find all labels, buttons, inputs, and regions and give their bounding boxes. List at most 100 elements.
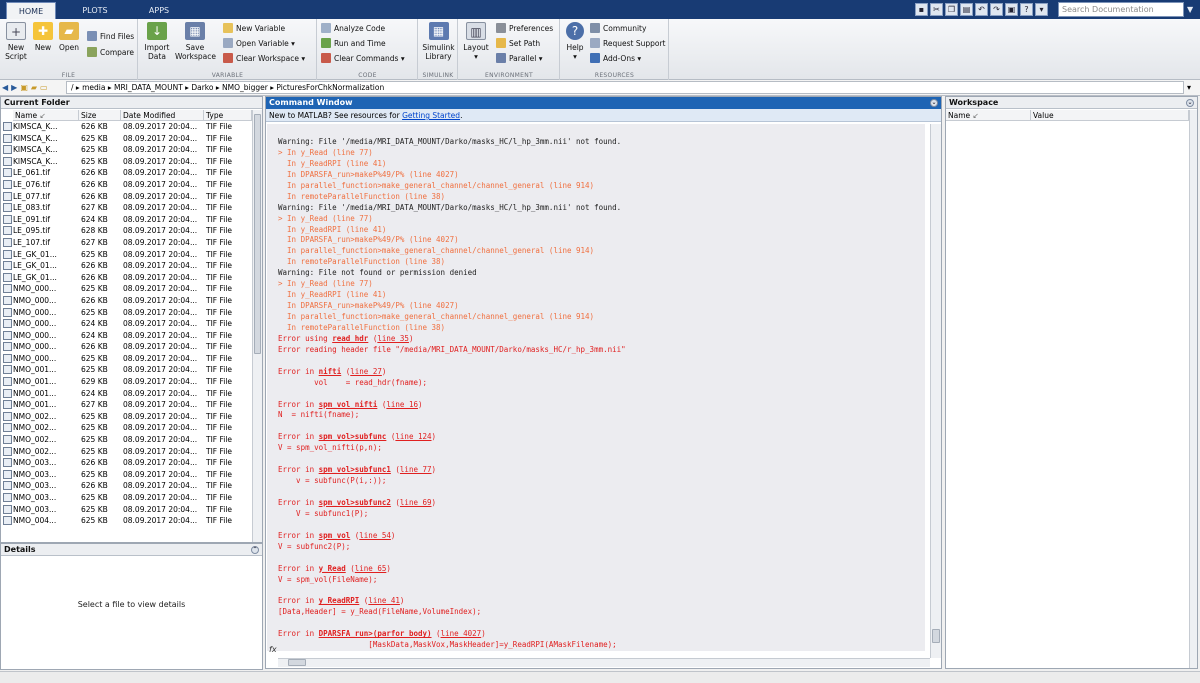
path-segment[interactable]: MRI_DATA_MOUNT: [114, 83, 183, 92]
line-link[interactable]: line 69: [400, 498, 432, 507]
path-breadcrumb[interactable]: / ▸ media ▸ MRI_DATA_MOUNT ▸ Darko ▸ NMO…: [66, 81, 1184, 94]
function-link[interactable]: spm_vol_nifti: [319, 400, 378, 409]
file-row[interactable]: LE_076.tif 626 KB 08.09.2017 20:04... TIF F…: [1, 179, 252, 191]
file-row[interactable]: NMO_003... 626 KB 08.09.2017 20:04... TIF F…: [1, 480, 252, 492]
file-row[interactable]: LE_GK_01... 625 KB 08.09.2017 20:04... TIF …: [1, 249, 252, 261]
getting-started-link[interactable]: Getting Started: [402, 111, 460, 120]
file-row[interactable]: NMO_003... 625 KB 08.09.2017 20:04... TIF F…: [1, 469, 252, 481]
new-script-button[interactable]: + New Script: [3, 22, 29, 61]
undo-icon[interactable]: ↶: [975, 3, 988, 16]
file-row[interactable]: LE_095.tif 628 KB 08.09.2017 20:04... TIF F…: [1, 225, 252, 237]
line-link[interactable]: line 41: [368, 596, 400, 605]
layout-button[interactable]: ▥ Layout ▾: [463, 22, 489, 61]
file-row[interactable]: NMO_003... 625 KB 08.09.2017 20:04... TIF F…: [1, 504, 252, 516]
tab-apps[interactable]: APPS: [134, 2, 184, 19]
run-and-time-button[interactable]: Run and Time: [321, 38, 386, 50]
file-row[interactable]: NMO_000... 625 KB 08.09.2017 20:04... TIF F…: [1, 307, 252, 319]
function-link[interactable]: DPARSFA_run>(parfor body): [319, 629, 432, 638]
file-row[interactable]: LE_077.tif 626 KB 08.09.2017 20:04... TIF F…: [1, 191, 252, 203]
line-link[interactable]: line 4027: [441, 629, 482, 638]
request-support-button[interactable]: Request Support: [590, 38, 666, 50]
tab-home[interactable]: HOME: [6, 2, 56, 19]
analyze-code-button[interactable]: Analyze Code: [321, 23, 385, 35]
import-data-button[interactable]: ↓ Import Data: [143, 22, 171, 61]
switch-windows-icon[interactable]: ▣: [1005, 3, 1018, 16]
save-workspace-button[interactable]: ▦ Save Workspace: [175, 22, 216, 61]
file-row[interactable]: NMO_002... 625 KB 08.09.2017 20:04... TIF F…: [1, 422, 252, 434]
command-window-hscrollbar[interactable]: [278, 658, 930, 667]
clear-commands-button[interactable]: Clear Commands ▾: [321, 53, 405, 65]
scrollbar-thumb[interactable]: [932, 629, 940, 643]
simulink-library-button[interactable]: ▦ Simulink Library: [422, 22, 455, 61]
clear-workspace-button[interactable]: Clear Workspace ▾: [223, 53, 305, 65]
scrollbar-thumb[interactable]: [254, 114, 261, 354]
compare-button[interactable]: Compare: [87, 47, 134, 59]
line-link[interactable]: line 77: [400, 465, 432, 474]
details-collapse-icon[interactable]: ⌃: [251, 546, 259, 554]
file-row[interactable]: NMO_001... 625 KB 08.09.2017 20:04... TIF F…: [1, 364, 252, 376]
file-row[interactable]: LE_083.tif 627 KB 08.09.2017 20:04... TIF F…: [1, 202, 252, 214]
column-type-header[interactable]: Type: [204, 110, 252, 121]
file-row[interactable]: LE_GK_01... 626 KB 08.09.2017 20:04... TIF …: [1, 272, 252, 284]
line-link[interactable]: line 35: [377, 334, 409, 343]
up-folder-icon[interactable]: ▣: [20, 82, 28, 94]
file-row[interactable]: KIMSCA_K... 625 KB 08.09.2017 20:04... TIF …: [1, 144, 252, 156]
path-dropdown-icon[interactable]: ▾: [1187, 81, 1191, 94]
line-link[interactable]: line 16: [386, 400, 418, 409]
file-row[interactable]: NMO_004... 625 KB 08.09.2017 20:04... TIF F…: [1, 515, 252, 527]
command-output[interactable]: Warning: File '/media/MRI_DATA_MOUNT/Dar…: [267, 124, 925, 651]
preferences-button[interactable]: Preferences: [496, 23, 553, 35]
column-date-header[interactable]: Date Modified: [121, 110, 204, 121]
column-name-header[interactable]: Name ↙: [13, 110, 79, 121]
workspace-scrollbar[interactable]: [1189, 110, 1197, 668]
file-row[interactable]: KIMSCA_K... 625 KB 08.09.2017 20:04... TIF …: [1, 156, 252, 168]
command-window-vscrollbar[interactable]: [930, 124, 941, 658]
find-files-button[interactable]: Find Files: [87, 31, 134, 43]
current-folder-scrollbar[interactable]: [252, 110, 262, 542]
new-variable-button[interactable]: New Variable: [223, 23, 285, 35]
file-row[interactable]: LE_GK_01... 626 KB 08.09.2017 20:04... TIF …: [1, 260, 252, 272]
function-link[interactable]: spm_vol: [319, 531, 351, 540]
workspace-menu-icon[interactable]: ⌄: [1186, 99, 1194, 107]
back-arrow-icon[interactable]: ◀: [2, 82, 8, 94]
file-row[interactable]: NMO_002... 625 KB 08.09.2017 20:04... TIF F…: [1, 411, 252, 423]
file-row[interactable]: LE_061.tif 626 KB 08.09.2017 20:04... TIF F…: [1, 167, 252, 179]
function-link[interactable]: y_ReadRPI: [319, 596, 360, 605]
file-row[interactable]: NMO_001... 627 KB 08.09.2017 20:04... TIF F…: [1, 399, 252, 411]
set-path-button[interactable]: Set Path: [496, 38, 540, 50]
parallel-button[interactable]: Parallel ▾: [496, 53, 542, 65]
file-row[interactable]: NMO_000... 626 KB 08.09.2017 20:04... TIF F…: [1, 295, 252, 307]
add-ons-button[interactable]: Add-Ons ▾: [590, 53, 641, 65]
line-link[interactable]: line 54: [359, 531, 391, 540]
workspace-value-header[interactable]: Value: [1031, 110, 1189, 121]
file-row[interactable]: NMO_000... 624 KB 08.09.2017 20:04... TIF F…: [1, 318, 252, 330]
file-row[interactable]: NMO_000... 625 KB 08.09.2017 20:04... TIF F…: [1, 283, 252, 295]
file-row[interactable]: NMO_000... 625 KB 08.09.2017 20:04... TIF F…: [1, 353, 252, 365]
root-folder-icon[interactable]: ▭: [40, 82, 48, 94]
file-row[interactable]: NMO_003... 626 KB 08.09.2017 20:04... TIF F…: [1, 457, 252, 469]
function-link[interactable]: nifti: [319, 367, 342, 376]
open-button[interactable]: ▰ Open: [57, 22, 81, 52]
line-link[interactable]: line 27: [350, 367, 382, 376]
redo-icon[interactable]: ↷: [990, 3, 1003, 16]
path-segment[interactable]: PicturesForChkNormalization: [276, 83, 384, 92]
help-button[interactable]: ? Help ▾: [564, 22, 586, 61]
line-link[interactable]: line 65: [355, 564, 387, 573]
filter-icon[interactable]: ▼: [1187, 3, 1198, 16]
save-icon[interactable]: ▪: [915, 3, 928, 16]
forward-arrow-icon[interactable]: ▶: [11, 82, 17, 94]
path-segment[interactable]: NMO_bigger: [222, 83, 268, 92]
file-row[interactable]: NMO_000... 626 KB 08.09.2017 20:04... TIF F…: [1, 341, 252, 353]
tab-plots[interactable]: PLOTS: [70, 2, 120, 19]
cut-icon[interactable]: ✂: [930, 3, 943, 16]
line-link[interactable]: line 124: [395, 432, 431, 441]
function-link[interactable]: spm_vol>subfunc: [319, 432, 387, 441]
path-root[interactable]: /: [71, 83, 74, 92]
function-link[interactable]: spm_vol>subfunc2: [319, 498, 391, 507]
browse-folder-icon[interactable]: ▰: [31, 82, 37, 94]
file-row[interactable]: NMO_002... 625 KB 08.09.2017 20:04... TIF F…: [1, 446, 252, 458]
copy-icon[interactable]: ❐: [945, 3, 958, 16]
help-icon[interactable]: ?: [1020, 3, 1033, 16]
file-row[interactable]: KIMSCA_K... 626 KB 08.09.2017 20:04... TIF …: [1, 121, 252, 133]
community-button[interactable]: Community: [590, 23, 646, 35]
